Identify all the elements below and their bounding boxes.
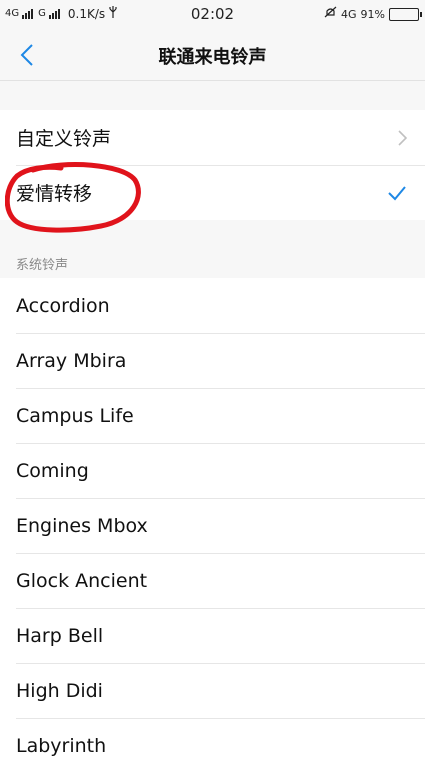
ringtone-item[interactable]: Campus Life <box>0 388 425 443</box>
system-ringtone-list: Accordion Array Mbira Campus Life Coming… <box>0 278 425 758</box>
custom-ringtone-item[interactable]: 自定义铃声 <box>0 110 425 165</box>
selected-ringtone-label: 爱情转移 <box>16 183 93 205</box>
ringtone-item[interactable]: Accordion <box>0 278 425 333</box>
ringtone-label: High Didi <box>16 679 103 702</box>
ringtone-item[interactable]: High Didi <box>0 663 425 718</box>
ringtone-item[interactable]: Coming <box>0 443 425 498</box>
ringtone-label: Engines Mbox <box>16 514 148 537</box>
battery-icon <box>389 7 422 21</box>
status-bar: 4G G 0.1K/s 02:02 4G 91% <box>0 0 425 28</box>
ringtone-label: Labyrinth <box>16 734 107 757</box>
ringtone-label: Glock Ancient <box>16 569 148 592</box>
ringtone-label: Array Mbira <box>16 349 127 372</box>
ringtone-top-section: 自定义铃声 爱情转移 <box>0 110 425 220</box>
ringtone-item[interactable]: Labyrinth <box>0 718 425 758</box>
mute-icon <box>324 6 337 22</box>
ringtone-item[interactable]: Harp Bell <box>0 608 425 663</box>
ringtone-item[interactable]: Engines Mbox <box>0 498 425 553</box>
network-type-3: 4G <box>341 7 357 21</box>
chevron-right-icon <box>398 110 407 165</box>
status-right: 4G 91% <box>324 6 422 22</box>
ringtone-label: Campus Life <box>16 404 134 427</box>
ringtone-label: Accordion <box>16 294 110 317</box>
nav-bar: 联通来电铃声 <box>0 28 425 81</box>
page-title: 联通来电铃声 <box>158 47 267 68</box>
ringtone-label: Coming <box>16 459 89 482</box>
ringtone-item[interactable]: Array Mbira <box>0 333 425 388</box>
system-ringtones-header: 系统铃声 <box>16 258 69 273</box>
custom-ringtone-label: 自定义铃声 <box>16 128 112 150</box>
ringtone-item[interactable]: Glock Ancient <box>0 553 425 608</box>
battery-percent: 91% <box>360 7 385 21</box>
selected-ringtone-item[interactable]: 爱情转移 <box>0 165 425 220</box>
ringtone-label: Harp Bell <box>16 624 104 647</box>
checkmark-icon <box>387 165 407 220</box>
